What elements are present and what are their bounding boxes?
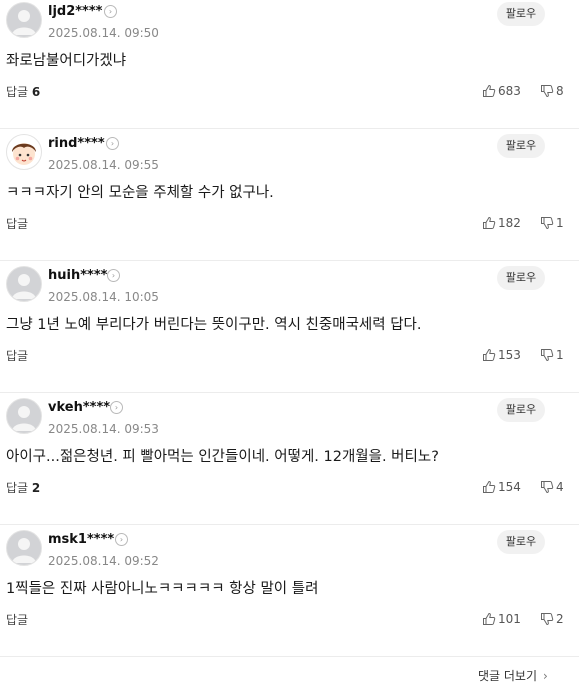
dislike-button[interactable]: 4 (540, 478, 564, 496)
reply-count: 2 (31, 481, 41, 495)
thumbs-down-icon (541, 481, 554, 494)
thumbs-up-icon (483, 84, 496, 97)
comment-item: vkeh**** › 2025.08.14. 09:53 팔로우 아이구...젊… (0, 392, 579, 525)
like-button[interactable]: 153 (482, 346, 521, 364)
more-comments-label: 댓글 더보기 (478, 669, 538, 683)
comment-item: msk1**** › 2025.08.14. 09:52 팔로우 1찍들은 진짜… (0, 524, 579, 657)
like-count: 182 (498, 216, 521, 230)
info-icon[interactable]: › (106, 137, 119, 150)
reply-label: 답글 (6, 217, 29, 231)
dislike-count: 2 (556, 612, 564, 626)
reply-button[interactable]: 답글 (6, 612, 28, 628)
reply-label: 답글 (6, 613, 29, 627)
character-avatar-icon (12, 143, 36, 165)
comment-text: ㅋㅋㅋ자기 안의 모순을 주체할 수가 없구나. (6, 185, 274, 201)
comment-date: 2025.08.14. 10:05 (48, 290, 159, 304)
default-avatar-icon (12, 538, 36, 563)
dislike-count: 1 (556, 216, 564, 230)
thumbs-down-icon (541, 85, 554, 98)
more-comments-button[interactable]: 댓글 더보기 › (478, 668, 548, 684)
avatar[interactable] (6, 530, 42, 566)
info-icon[interactable]: › (115, 533, 128, 546)
comment-item: huih**** › 2025.08.14. 10:05 팔로우 그냥 1년 노… (0, 260, 579, 393)
follow-button[interactable]: 팔로우 (497, 266, 545, 290)
like-button[interactable]: 154 (482, 478, 521, 496)
thumbs-down-icon (541, 349, 554, 362)
default-avatar-icon (12, 274, 36, 299)
comment-text: 좌로남불어디가겠냐 (6, 53, 127, 69)
thumbs-down-icon (541, 217, 554, 230)
comment-text: 그냥 1년 노예 부리다가 버린다는 뜻이구만. 역시 친중매국세력 답다. (6, 317, 422, 333)
thumbs-up-icon (483, 480, 496, 493)
like-count: 153 (498, 348, 521, 362)
reply-button[interactable]: 답글 2 (6, 480, 40, 496)
follow-button[interactable]: 팔로우 (497, 134, 545, 158)
thumbs-up-icon (483, 348, 496, 361)
dislike-count: 1 (556, 348, 564, 362)
info-icon[interactable]: › (107, 269, 120, 282)
avatar[interactable] (6, 2, 42, 38)
comment-date: 2025.08.14. 09:55 (48, 158, 159, 172)
info-icon[interactable]: › (104, 5, 117, 18)
dislike-button[interactable]: 2 (540, 610, 564, 628)
like-count: 154 (498, 480, 521, 494)
reply-label: 답글 (6, 481, 29, 495)
username[interactable]: msk1**** (48, 532, 114, 548)
chevron-right-icon: › (543, 669, 548, 683)
comment-date: 2025.08.14. 09:50 (48, 26, 159, 40)
reply-button[interactable]: 답글 6 (6, 84, 40, 100)
avatar[interactable] (6, 266, 42, 302)
thumbs-up-icon (483, 216, 496, 229)
dislike-button[interactable]: 1 (540, 214, 564, 232)
reply-label: 답글 (6, 85, 29, 99)
thumbs-down-icon (541, 613, 554, 626)
username[interactable]: rind**** (48, 136, 105, 152)
avatar[interactable] (6, 398, 42, 434)
default-avatar-icon (12, 10, 36, 35)
info-icon[interactable]: › (110, 401, 123, 414)
dislike-count: 8 (556, 84, 564, 98)
reply-label: 답글 (6, 349, 29, 363)
reply-button[interactable]: 답글 (6, 348, 28, 364)
follow-button[interactable]: 팔로우 (497, 2, 545, 26)
avatar[interactable] (6, 134, 42, 170)
comment-date: 2025.08.14. 09:52 (48, 554, 159, 568)
dislike-button[interactable]: 1 (540, 346, 564, 364)
username[interactable]: ljd2**** (48, 4, 102, 20)
follow-button[interactable]: 팔로우 (497, 530, 545, 554)
reply-count: 6 (31, 85, 41, 99)
like-count: 683 (498, 84, 521, 98)
thumbs-up-icon (483, 612, 496, 625)
like-button[interactable]: 683 (482, 82, 521, 100)
comment-item: ljd2**** › 2025.08.14. 09:50 팔로우 좌로남불어디가… (0, 0, 579, 129)
like-count: 101 (498, 612, 521, 626)
follow-button[interactable]: 팔로우 (497, 398, 545, 422)
username[interactable]: vkeh**** (48, 400, 110, 416)
comment-text: 아이구...젊은청년. 피 빨아먹는 인간들이네. 어떻게. 12개월을. 버티… (6, 449, 439, 465)
reply-button[interactable]: 답글 (6, 216, 28, 232)
username[interactable]: huih**** (48, 268, 107, 284)
default-avatar-icon (12, 406, 36, 431)
comment-date: 2025.08.14. 09:53 (48, 422, 159, 436)
dislike-count: 4 (556, 480, 564, 494)
comment-item: rind**** › 2025.08.14. 09:55 팔로우 ㅋㅋㅋ자기 안… (0, 128, 579, 261)
dislike-button[interactable]: 8 (540, 82, 564, 100)
like-button[interactable]: 182 (482, 214, 521, 232)
comment-text: 1찍들은 진짜 사람아니노ㅋㅋㅋㅋㅋ 항상 말이 틀려 (6, 581, 319, 597)
like-button[interactable]: 101 (482, 610, 521, 628)
